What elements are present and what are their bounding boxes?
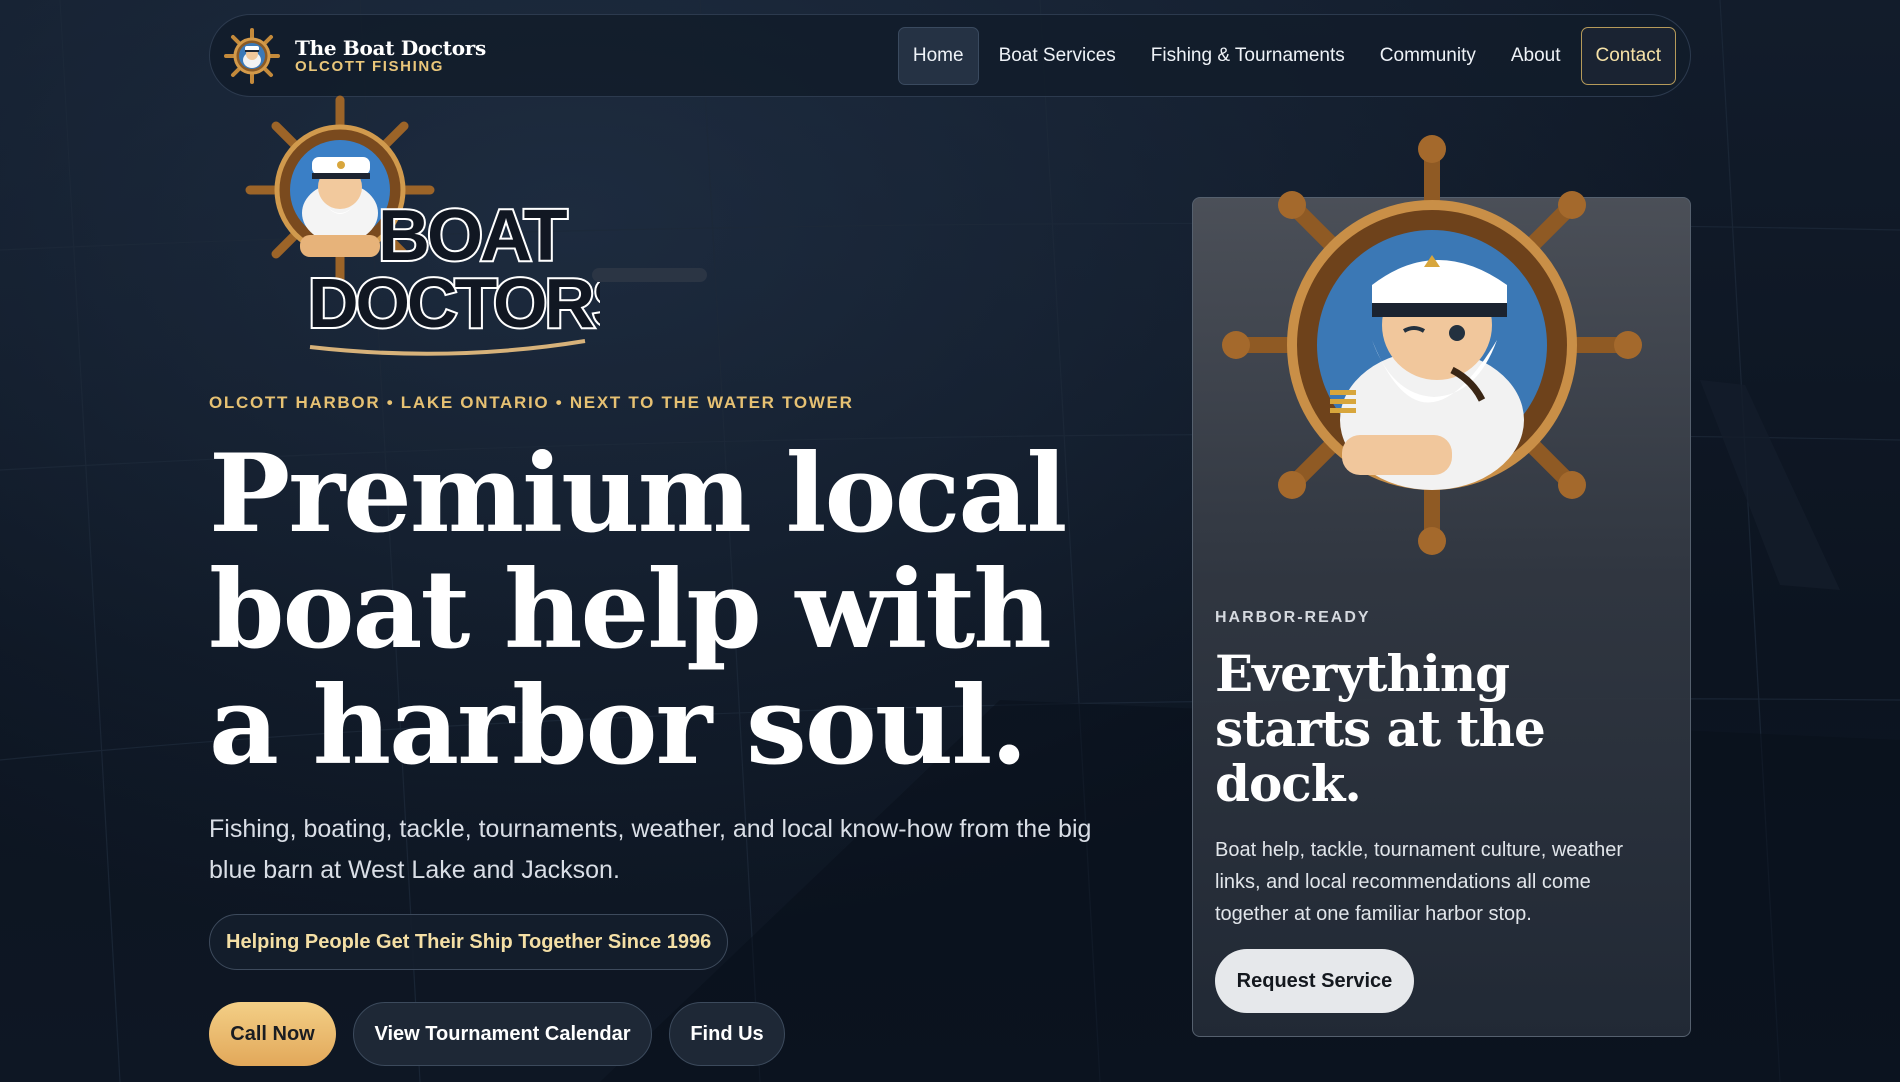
nav-home[interactable]: Home [897, 27, 979, 85]
since-1996-badge: Helping People Get Their Ship Together S… [209, 914, 729, 970]
nav-boat-services[interactable]: Boat Services [984, 27, 1131, 85]
brand-subtitle: OLCOTT FISHING [295, 57, 445, 75]
captain-wheel-icon [224, 27, 280, 84]
hero-headline: Premium local boat help with a harbor so… [209, 431, 1067, 789]
nav-community[interactable]: Community [1365, 27, 1491, 85]
card-title: Everything starts at the dock. [1215, 644, 1546, 813]
request-service-button[interactable]: Request Service [1215, 949, 1414, 1013]
card-eyebrow: HARBOR-READY [1215, 609, 1371, 626]
call-now-button[interactable]: Call Now [209, 1002, 336, 1066]
hero-lede: Fishing, boating, tackle, tournaments, w… [209, 815, 1092, 884]
find-us-button[interactable]: Find Us [669, 1002, 785, 1066]
card-text: Boat help, tackle, tournament culture, w… [1215, 839, 1624, 925]
nav-about[interactable]: About [1496, 27, 1576, 85]
logo-word-doctors: DOCTORS [308, 264, 600, 342]
tournament-calendar-button[interactable]: View Tournament Calendar [353, 1002, 652, 1066]
brand-title: The Boat Doctors [295, 35, 486, 60]
top-navigation: The Boat Doctors OLCOTT FISHING Home Boa… [209, 14, 1691, 97]
main-menu: Home Boat Services Fishing & Tournaments… [893, 26, 1676, 86]
captain-mascot-wheel [1222, 135, 1642, 555]
brand[interactable]: The Boat Doctors OLCOTT FISHING [224, 27, 486, 84]
hero-eyebrow: OLCOTT HARBOR • LAKE ONTARIO • NEXT TO T… [209, 393, 854, 412]
logo-divider [592, 268, 707, 282]
nav-contact[interactable]: Contact [1580, 27, 1676, 85]
boat-doctors-logo: BOAT DOCTORS [245, 95, 600, 356]
page: The Boat Doctors OLCOTT FISHING Home Boa… [0, 0, 1900, 1082]
nav-fishing-tournaments[interactable]: Fishing & Tournaments [1136, 27, 1360, 85]
